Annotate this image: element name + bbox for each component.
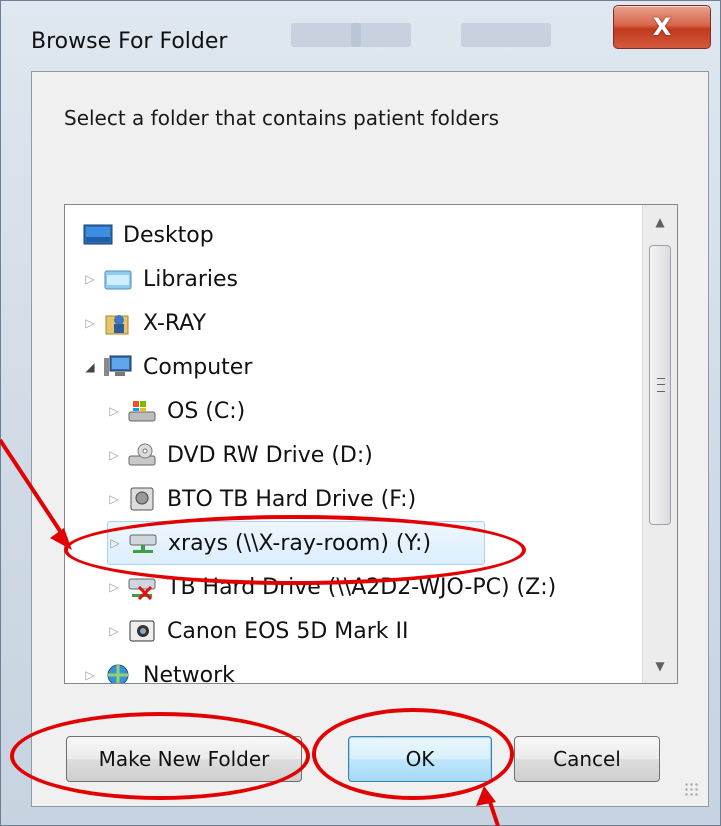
- annotation-arrow-to-ok: [476, 786, 500, 826]
- annotation-arrows: [0, 438, 500, 826]
- browse-for-folder-dialog: Browse For Folder X Select a folder that…: [0, 0, 721, 826]
- annotation-arrow-to-xrays: [0, 438, 72, 550]
